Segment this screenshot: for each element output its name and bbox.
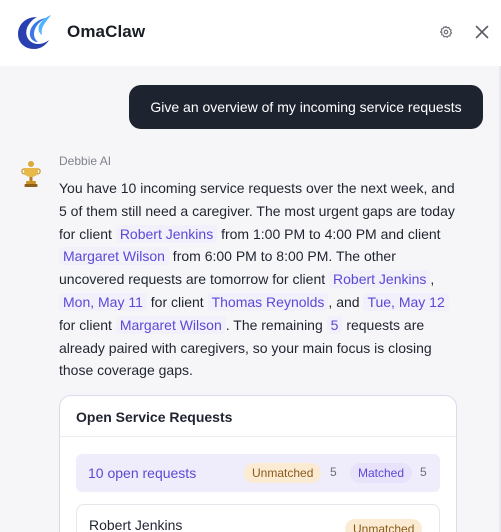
client-chip[interactable]: Robert Jenkins <box>115 224 218 243</box>
omaclaw-logo <box>18 15 51 49</box>
gear-icon <box>439 25 453 38</box>
unmatched-badge: Unmatched <box>244 463 322 483</box>
date-chip[interactable]: Mon, May 11 <box>59 292 147 311</box>
request-client-name: Robert Jenkins <box>89 517 183 532</box>
service-requests-card: Open Service Requests 10 open requests U… <box>59 395 457 532</box>
app-title: OmaClaw <box>67 22 146 41</box>
chat-thread[interactable]: Give an overview of my incoming service … <box>0 66 501 532</box>
client-chip[interactable]: Thomas Reynolds <box>207 292 329 311</box>
open-requests-summary[interactable]: 10 open requests Unmatched 5 Matched 5 <box>76 454 440 492</box>
close-icon <box>475 25 489 39</box>
user-message: Give an overview of my incoming service … <box>129 85 483 129</box>
close-button[interactable] <box>472 22 492 42</box>
client-chip[interactable]: Margaret Wilson <box>59 247 169 266</box>
summary-label: 10 open requests <box>88 465 197 481</box>
card-divider <box>60 436 456 437</box>
client-chip[interactable]: Margaret Wilson <box>115 315 226 334</box>
count-chip[interactable]: 5 <box>326 315 343 334</box>
matched-badge: Matched <box>350 463 413 483</box>
matched-count: 5 <box>420 465 427 479</box>
assistant-avatar-icon <box>21 161 41 187</box>
client-chip[interactable]: Robert Jenkins <box>329 270 431 289</box>
request-status-badge: Unmatched <box>345 519 423 532</box>
settings-button[interactable] <box>436 22 456 42</box>
request-row[interactable]: Robert Jenkins Unmatched <box>76 504 440 532</box>
date-chip[interactable]: Tue, May 12 <box>363 292 449 311</box>
card-title: Open Service Requests <box>76 409 233 425</box>
assistant-message: You have 10 incoming service requests ov… <box>59 180 455 379</box>
assistant-name: Debbie AI <box>59 154 112 168</box>
unmatched-count: 5 <box>330 465 337 479</box>
app-header: OmaClaw <box>0 0 501 66</box>
